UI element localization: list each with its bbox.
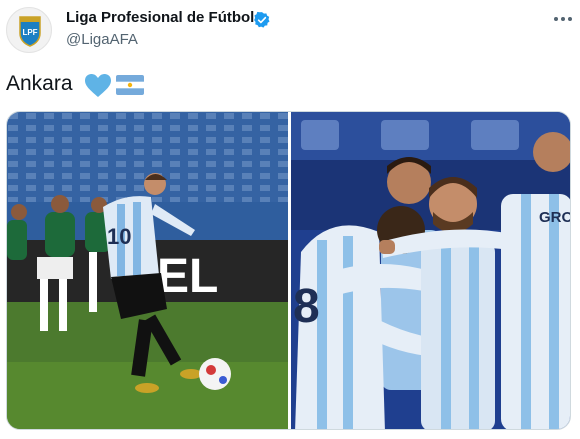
tweet-text: Ankara <box>6 72 73 95</box>
light-blue-heart-icon <box>85 74 111 97</box>
argentina-flag-icon <box>116 75 144 95</box>
lpf-logo-icon: LPF <box>19 16 41 47</box>
avatar-text: LPF <box>22 28 37 37</box>
shirt-number-eight: 8 <box>293 280 320 333</box>
account-name[interactable]: Liga Profesional de Fútbol <box>66 9 254 26</box>
account-handle[interactable]: @LigaAFA <box>66 31 138 48</box>
soccer-ball-icon <box>199 358 231 390</box>
kicker-number: 10 <box>107 224 131 249</box>
account-avatar[interactable]: LPF <box>6 7 52 53</box>
tweet-media: EL 10 8 GRO <box>6 111 571 430</box>
photo-team-celebration[interactable]: 8 GRO <box>291 112 571 429</box>
photo-penalty-kick[interactable]: EL 10 <box>7 112 288 429</box>
more-options-icon[interactable] <box>549 9 577 29</box>
verified-badge-icon <box>254 11 270 28</box>
shirt-name: GRO <box>539 209 571 226</box>
ad-board-text: EL <box>157 250 218 303</box>
